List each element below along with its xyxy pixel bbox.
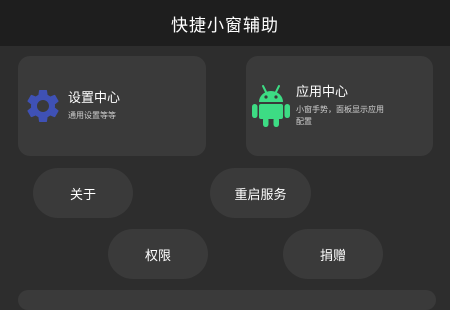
- app-card-title: 应用中心: [296, 85, 349, 100]
- about-button[interactable]: 关于: [33, 168, 133, 218]
- gear-icon: [22, 83, 64, 129]
- donate-button[interactable]: 捐赠: [283, 229, 383, 279]
- settings-card-subtitle: 通用设置等等: [68, 111, 116, 120]
- app-title: 快捷小窗辅助: [171, 15, 279, 36]
- app-title-bar: 快捷小窗辅助: [0, 0, 450, 46]
- restart-service-button[interactable]: 重启服务: [210, 168, 311, 218]
- settings-card-title: 设置中心: [68, 91, 121, 106]
- settings-center-card[interactable]: 设置中心 通用设置等等: [18, 56, 206, 156]
- permissions-button[interactable]: 权限: [108, 229, 208, 279]
- app-card-subtitle: 小窗手势，面板显示应用配置: [296, 105, 384, 126]
- bottom-panel: [18, 290, 436, 310]
- app-card-text: 应用中心 小窗手势，面板显示应用配置: [296, 84, 386, 128]
- android-icon: [250, 83, 292, 129]
- app-center-card[interactable]: 应用中心 小窗手势，面板显示应用配置: [246, 56, 433, 156]
- settings-card-text: 设置中心 通用设置等等: [68, 90, 120, 122]
